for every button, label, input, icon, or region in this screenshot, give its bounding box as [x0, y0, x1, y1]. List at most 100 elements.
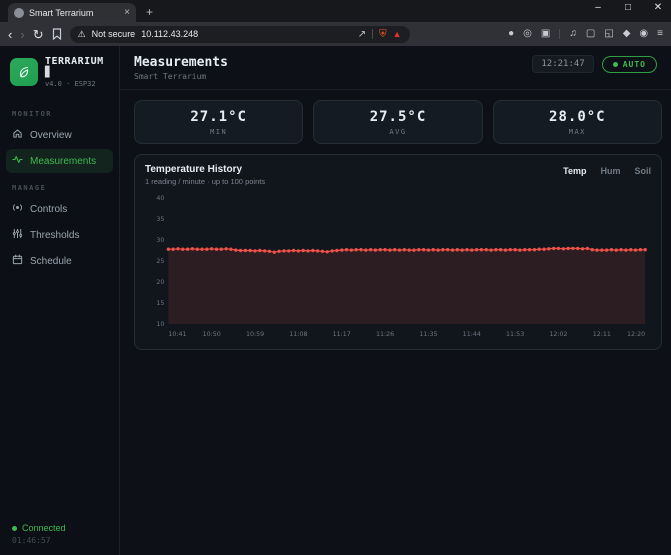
connection-status: Connected 01:46:57	[0, 513, 119, 555]
window-close-button[interactable]: ✕	[651, 2, 665, 13]
section-label-manage: MANAGE	[0, 174, 119, 196]
security-label: Not secure	[92, 29, 136, 39]
browser-toolbar: ‹ › ↻ ⚠ Not secure 10.112.43.248 ↗ ⛨ ▲ ●…	[0, 22, 671, 46]
stat-label: MAX	[494, 128, 661, 136]
stat-card-max: 28.0°C MAX	[493, 100, 662, 144]
stat-value: 27.5°C	[314, 109, 481, 125]
activity-icon	[12, 154, 23, 168]
page-subtitle: Smart Terrarium	[134, 72, 228, 81]
stat-label: MIN	[135, 128, 302, 136]
new-tab-button[interactable]: +	[146, 5, 153, 19]
chart-title: Temperature History	[145, 164, 265, 175]
window-maximize-button[interactable]: □	[621, 2, 635, 13]
svg-text:30: 30	[156, 236, 164, 244]
svg-text:11:35: 11:35	[419, 330, 437, 338]
auto-dot-icon	[613, 62, 618, 67]
extension-swirl-icon[interactable]: ◎	[523, 29, 532, 39]
stat-value: 28.0°C	[494, 109, 661, 125]
stat-value: 27.1°C	[135, 109, 302, 125]
svg-text:11:17: 11:17	[333, 330, 351, 338]
svg-text:12:20: 12:20	[627, 330, 645, 338]
tab-close-icon[interactable]: ×	[124, 8, 130, 18]
svg-text:35: 35	[156, 215, 164, 223]
connected-dot-icon	[12, 526, 17, 531]
svg-text:10: 10	[156, 320, 164, 328]
sidebar-item-thresholds[interactable]: Thresholds	[6, 223, 113, 247]
app-title: TERRARIUM▊	[45, 56, 109, 78]
svg-text:11:26: 11:26	[376, 330, 394, 338]
svg-text:20: 20	[156, 278, 164, 286]
connected-label: Connected	[22, 523, 66, 533]
section-label-monitor: MONITOR	[0, 100, 119, 122]
sidebar-item-label: Measurements	[30, 156, 96, 167]
svg-text:25: 25	[156, 257, 164, 265]
svg-text:10:59: 10:59	[246, 330, 264, 338]
tab-soil[interactable]: Soil	[634, 166, 651, 176]
not-secure-warning-icon: ⚠	[78, 29, 86, 40]
tab-temp[interactable]: Temp	[563, 166, 586, 176]
share-icon[interactable]: ↗	[358, 29, 366, 40]
sidebar-item-schedule[interactable]: Schedule	[6, 249, 113, 273]
browser-tab-strip: Smart Terrarium × + – □ ✕	[0, 0, 671, 22]
stats-row: 27.1°C MIN 27.5°C AVG 28.0°C MAX	[120, 90, 671, 144]
back-button[interactable]: ‹	[8, 28, 12, 41]
brave-rewards-icon[interactable]: ▲	[393, 29, 402, 39]
temperature-history-card: Temperature History 1 reading / minute ·…	[134, 154, 662, 350]
menu-icon[interactable]: ≡	[657, 29, 663, 39]
url-text: 10.112.43.248	[141, 29, 198, 39]
page-header: Measurements Smart Terrarium 12:21:47 AU…	[120, 46, 671, 90]
address-bar[interactable]: ⚠ Not secure 10.112.43.248 ↗ ⛨ ▲	[70, 26, 410, 43]
extension-box-icon[interactable]: ▣	[541, 29, 550, 39]
reload-button[interactable]: ↻	[33, 28, 44, 41]
uptime-counter: 01:46:57	[12, 536, 107, 545]
home-icon	[12, 128, 23, 142]
stat-label: AVG	[314, 128, 481, 136]
sidebar-item-label: Schedule	[30, 256, 72, 267]
bookmark-icon[interactable]	[52, 28, 62, 40]
browser-tab[interactable]: Smart Terrarium ×	[8, 3, 136, 22]
sidebar-item-measurements[interactable]: Measurements	[6, 149, 113, 173]
window-minimize-button[interactable]: –	[591, 2, 605, 13]
sidebar: TERRARIUM▊ v4.0 · ESP32 MONITOR Overview…	[0, 46, 120, 555]
app-version: v4.0 · ESP32	[45, 80, 109, 88]
app-logo: TERRARIUM▊ v4.0 · ESP32	[0, 46, 119, 100]
tab-hum[interactable]: Hum	[600, 166, 620, 176]
stat-card-min: 27.1°C MIN	[134, 100, 303, 144]
profile-badge-icon[interactable]: ◉	[639, 29, 648, 39]
pip-icon[interactable]: ◱	[604, 29, 613, 39]
toggle-icon	[12, 202, 23, 216]
media-icon[interactable]: ♫	[569, 29, 577, 39]
tab-title: Smart Terrarium	[29, 8, 119, 18]
sidebar-item-label: Controls	[30, 204, 67, 215]
sliders-icon	[12, 228, 23, 242]
calendar-icon	[12, 254, 23, 268]
leaf-logo-icon	[10, 58, 38, 86]
svg-text:11:53: 11:53	[506, 330, 524, 338]
wallet-icon[interactable]: ◆	[623, 29, 631, 39]
brave-shield-icon[interactable]: ⛨	[379, 29, 387, 40]
window-icon[interactable]: ▢	[586, 29, 595, 39]
sidebar-item-label: Overview	[30, 130, 72, 141]
svg-text:10:50: 10:50	[203, 330, 221, 338]
clock-display: 12:21:47	[532, 55, 593, 73]
sidebar-item-label: Thresholds	[30, 230, 79, 241]
svg-text:15: 15	[156, 299, 164, 307]
tab-favicon-icon	[14, 8, 24, 18]
chart-subtitle: 1 reading / minute · up to 100 points	[145, 177, 265, 186]
svg-text:40: 40	[156, 194, 164, 202]
temperature-chart: 10 15 20 25 30 35 40 10:41 10:50 10:59 11:08 11:17 1…	[145, 190, 651, 340]
sidebar-item-controls[interactable]: Controls	[6, 197, 113, 221]
svg-text:10:41: 10:41	[168, 330, 186, 338]
svg-text:12:02: 12:02	[549, 330, 567, 338]
sidebar-item-overview[interactable]: Overview	[6, 123, 113, 147]
page-title: Measurements	[134, 55, 228, 70]
stat-card-avg: 27.5°C AVG	[313, 100, 482, 144]
auto-mode-button[interactable]: AUTO	[602, 56, 657, 73]
extension-circle-icon[interactable]: ●	[508, 29, 514, 39]
svg-text:11:08: 11:08	[289, 330, 307, 338]
terminal-cursor: ▊	[45, 67, 52, 78]
main-content: Measurements Smart Terrarium 12:21:47 AU…	[120, 46, 671, 555]
svg-text:11:44: 11:44	[463, 330, 481, 338]
svg-text:12:11: 12:11	[593, 330, 611, 338]
forward-button[interactable]: ›	[20, 28, 24, 41]
